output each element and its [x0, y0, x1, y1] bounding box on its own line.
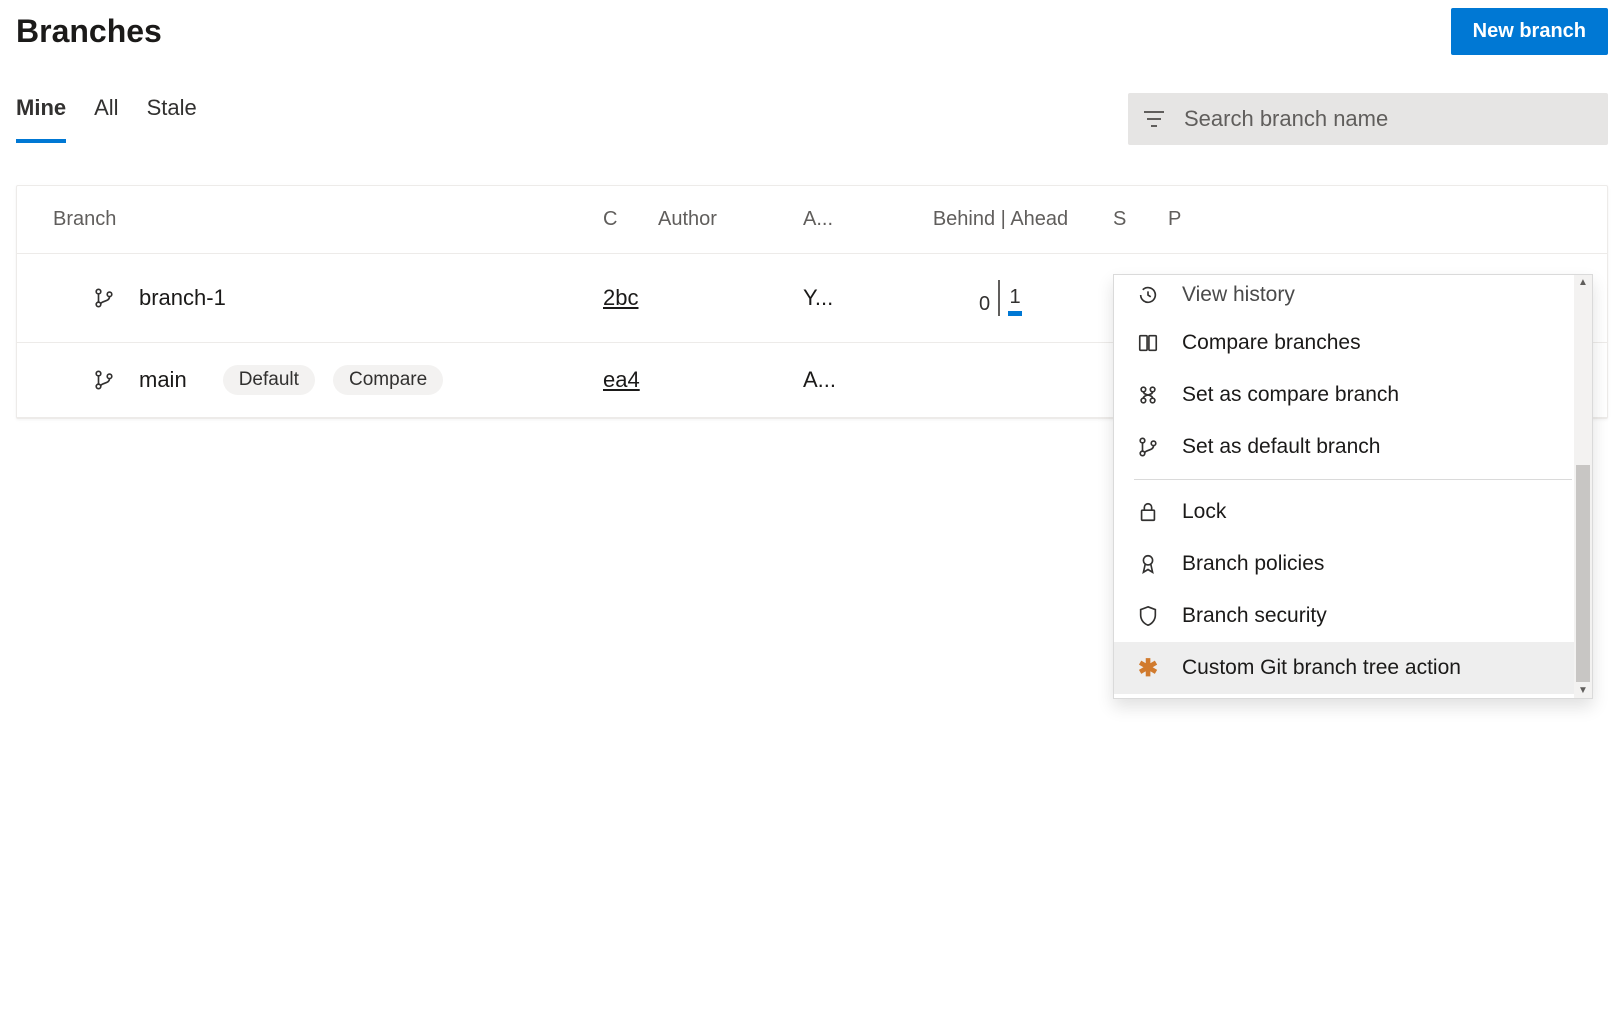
col-header-p[interactable]: P	[1168, 208, 1223, 231]
branch-icon	[93, 369, 115, 391]
menu-label: Custom Git branch tree action	[1182, 656, 1461, 680]
branches-table: Branch C Author A... Behind | Ahead S P …	[16, 185, 1608, 419]
menu-view-history[interactable]: View history	[1114, 279, 1592, 317]
behind-ahead-indicator: 0 1	[979, 280, 1022, 316]
menu-branch-policies[interactable]: Branch policies	[1114, 538, 1592, 590]
history-icon	[1136, 283, 1160, 307]
default-badge: Default	[223, 365, 315, 395]
menu-custom-git-action[interactable]: ✱ Custom Git branch tree action	[1114, 642, 1592, 694]
menu-label: View history	[1182, 283, 1295, 307]
menu-compare-branches[interactable]: Compare branches	[1114, 317, 1592, 369]
search-input[interactable]	[1184, 106, 1592, 132]
page-title: Branches	[16, 13, 162, 50]
scroll-up-arrow[interactable]: ▲	[1578, 277, 1588, 288]
menu-scrollbar[interactable]: ▲ ▼	[1574, 275, 1592, 698]
behind-count: 0	[979, 293, 990, 316]
menu-set-default-branch[interactable]: Set as default branch	[1114, 421, 1592, 473]
menu-lock[interactable]: Lock	[1114, 486, 1592, 538]
compare-badge: Compare	[333, 365, 443, 395]
lock-icon	[1136, 500, 1160, 524]
tab-stale[interactable]: Stale	[147, 95, 197, 143]
menu-label: Set as compare branch	[1182, 383, 1399, 407]
ba-separator	[998, 280, 1000, 316]
commit-link[interactable]: ea4	[603, 367, 640, 392]
menu-label: Compare branches	[1182, 331, 1361, 355]
scroll-thumb[interactable]	[1576, 465, 1590, 682]
menu-label: Set as default branch	[1182, 435, 1380, 459]
branch-name[interactable]: main	[139, 367, 187, 393]
shield-icon	[1136, 604, 1160, 628]
col-header-a[interactable]: A...	[803, 208, 888, 231]
menu-label: Branch policies	[1182, 552, 1324, 576]
col-header-author[interactable]: Author	[658, 208, 803, 231]
commit-link[interactable]: 2bc	[603, 285, 638, 310]
menu-label: Lock	[1182, 500, 1226, 524]
menu-branch-security[interactable]: Branch security	[1114, 590, 1592, 642]
table-header-row: Branch C Author A... Behind | Ahead S P	[17, 186, 1607, 254]
tab-mine[interactable]: Mine	[16, 95, 66, 143]
branch-icon	[1136, 435, 1160, 459]
scroll-down-arrow[interactable]: ▼	[1578, 685, 1588, 696]
asterisk-icon: ✱	[1136, 656, 1160, 680]
ahead-count: 1	[1010, 286, 1021, 308]
col-header-s[interactable]: S	[1113, 208, 1168, 231]
date-abbrev: A...	[803, 367, 888, 393]
menu-label: Branch security	[1182, 604, 1327, 628]
tabs-container: Mine All Stale	[16, 95, 197, 143]
new-branch-button[interactable]: New branch	[1451, 8, 1608, 55]
filter-icon	[1144, 110, 1164, 128]
branch-context-menu: View history Compare branches Set as com…	[1113, 274, 1593, 699]
menu-set-compare-branch[interactable]: Set as compare branch	[1114, 369, 1592, 421]
date-abbrev: Y...	[803, 285, 888, 311]
col-header-behind-ahead[interactable]: Behind | Ahead	[888, 208, 1113, 231]
col-header-commit[interactable]: C	[603, 208, 658, 231]
search-box[interactable]	[1128, 93, 1608, 145]
set-compare-icon	[1136, 383, 1160, 407]
compare-icon	[1136, 331, 1160, 355]
branch-icon	[93, 287, 115, 309]
ahead-bar	[1008, 311, 1022, 316]
tab-all[interactable]: All	[94, 95, 118, 143]
menu-separator	[1134, 479, 1572, 480]
policy-icon	[1136, 552, 1160, 576]
col-header-branch[interactable]: Branch	[53, 208, 603, 231]
branch-name[interactable]: branch-1	[139, 285, 226, 311]
